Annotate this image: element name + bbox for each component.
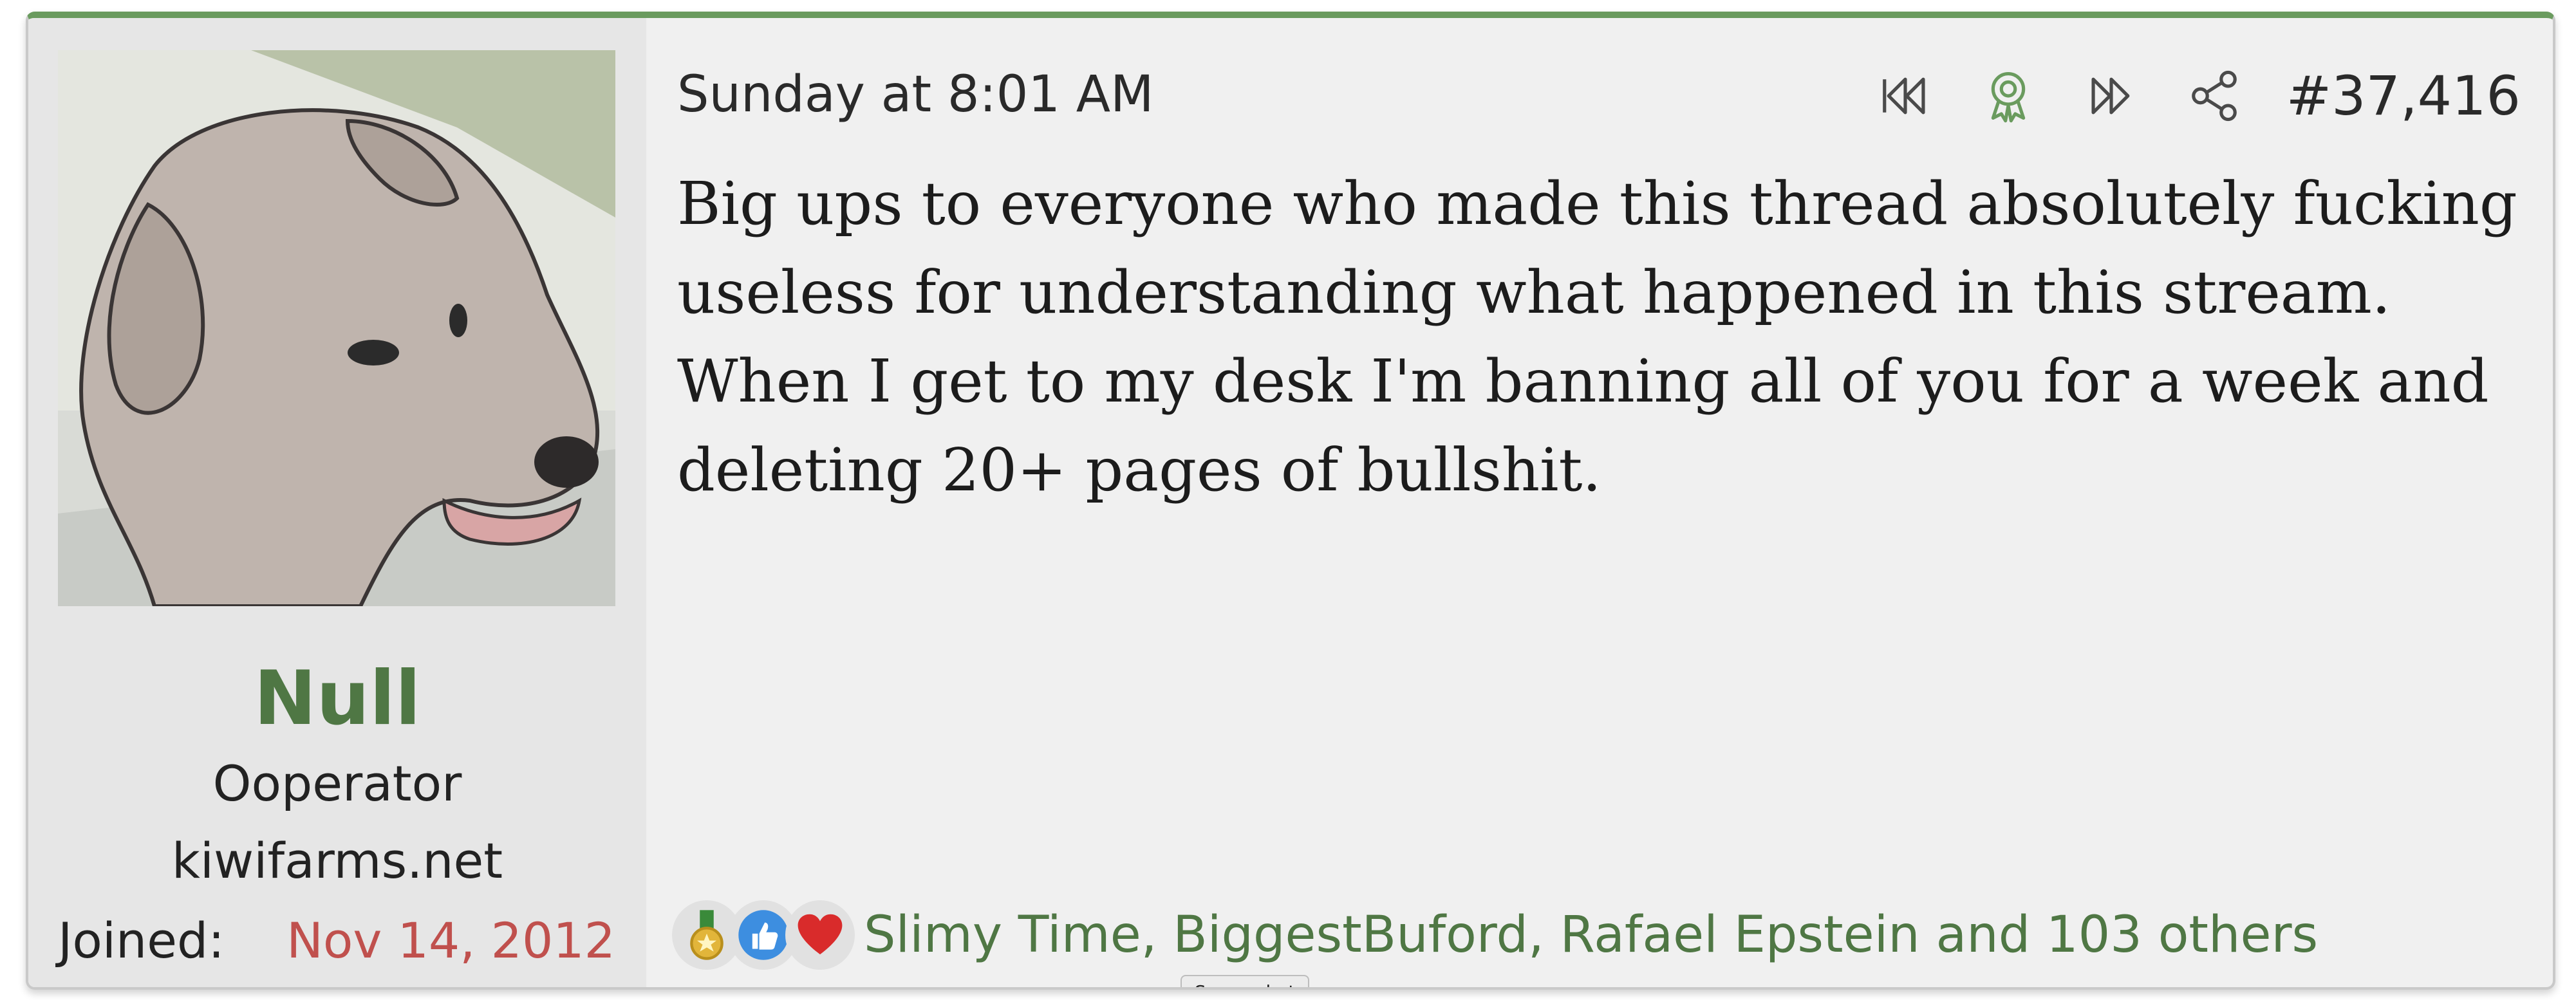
reaction-icons[interactable] — [672, 900, 855, 970]
share-icon[interactable] — [2183, 65, 2245, 127]
user-site: kiwifarms.net — [171, 832, 503, 889]
user-info-panel: Null Ooperator kiwifarms.net Joined: Nov… — [28, 18, 646, 987]
avatar[interactable] — [58, 50, 615, 606]
joined-label: Joined: — [58, 912, 225, 969]
award-icon[interactable] — [1977, 65, 2039, 127]
heart-icon[interactable] — [785, 900, 855, 970]
post-date[interactable]: Sunday at 8:01 AM — [677, 69, 1153, 120]
username[interactable]: Null — [28, 662, 646, 736]
last-post-icon[interactable] — [2080, 65, 2142, 127]
first-post-icon[interactable] — [1874, 65, 1936, 127]
tooltip: Screenshot — [1181, 975, 1309, 987]
reactions-bar[interactable]: Slimy Time, BiggestBuford, Rafael Epstei… — [672, 893, 2318, 977]
reaction-users-link[interactable]: Slimy Time, BiggestBuford, Rafael Epstei… — [864, 910, 2318, 960]
user-title: Ooperator — [212, 755, 462, 812]
joined-date: Nov 14, 2012 — [286, 912, 615, 969]
dog-avatar-image — [58, 50, 615, 606]
post-body: Big ups to everyone who made this thread… — [677, 169, 2517, 505]
post-actions: #37,416 — [1874, 60, 2521, 131]
post-number-link[interactable]: #37,416 — [2286, 69, 2521, 123]
forum-post: Null Ooperator kiwifarms.net Joined: Nov… — [26, 12, 2555, 990]
